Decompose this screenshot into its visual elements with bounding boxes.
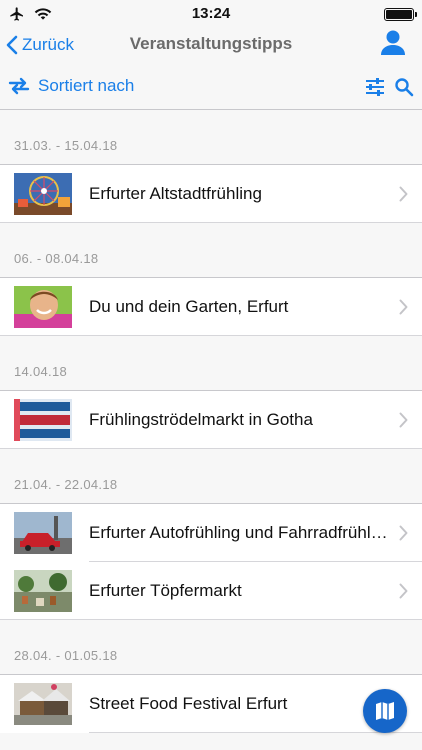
list-item[interactable]: Du und dein Garten, Erfurt [0,278,422,336]
chevron-right-icon [399,186,408,202]
red-car-thumbnail [14,512,72,554]
section-header: 14.04.18 [0,336,422,391]
section-date: 06. - 08.04.18 [14,251,99,266]
battery-icon [384,8,417,21]
woman-with-flowers-thumbnail [14,286,72,328]
event-title: Erfurter Autofrühling und Fahrradfrühlin… [89,523,389,542]
section-header: 28.04. - 01.05.18 [0,620,422,675]
event-title: Erfurter Altstadtfrühling [89,184,262,203]
chevron-right-icon [399,583,408,599]
person-icon[interactable] [378,28,408,58]
navigation-bar: Zurück Veranstaltungstipps [0,28,422,66]
section-header: 21.04. - 22.04.18 [0,449,422,504]
chevron-right-icon [399,525,408,541]
event-title: Frühlingströdelmarkt in Gotha [89,410,313,429]
sort-toolbar: Sortiert nach [0,66,422,110]
list-item[interactable]: Erfurter Altstadtfrühling [0,165,422,223]
food-stands-thumbnail [14,683,72,725]
event-title: Du und dein Garten, Erfurt [89,297,289,316]
section-header: 31.03. - 15.04.18 [0,110,422,165]
page-title: Veranstaltungstipps [129,34,293,53]
map-icon [376,702,394,720]
section-date: 31.03. - 15.04.18 [14,138,118,153]
event-list: 31.03. - 15.04.18 Erfurter Altstadtfrühl… [0,110,422,733]
section-date: 28.04. - 01.05.18 [14,648,118,663]
row-separator [89,732,422,733]
list-item[interactable]: Frühlingströdelmarkt in Gotha [0,391,422,449]
search-icon[interactable] [394,77,414,97]
chevron-right-icon [399,412,408,428]
event-title: Street Food Festival Erfurt [89,694,288,713]
list-item[interactable]: Street Food Festival Erfurt [0,675,422,733]
list-item[interactable]: Erfurter Autofrühling und Fahrradfrühlin… [0,504,422,562]
chevron-right-icon [399,299,408,315]
status-bar: 13:24 [0,0,422,28]
pottery-market-thumbnail [14,570,72,612]
sort-button[interactable]: Sortiert nach [8,76,134,96]
map-button[interactable] [363,689,407,733]
sort-label: Sortiert nach [38,76,135,95]
troedelmarkt-poster-thumbnail [14,399,72,441]
event-title: Erfurter Töpfermarkt [89,581,242,600]
section-date: 14.04.18 [14,364,68,379]
ferris-wheel-thumbnail [14,173,72,215]
swap-arrows-icon [8,77,30,95]
status-time: 13:24 [191,5,231,22]
sliders-icon[interactable] [364,76,386,98]
section-header: 06. - 08.04.18 [0,223,422,278]
list-item[interactable]: Erfurter Töpfermarkt [0,562,422,620]
section-date: 21.04. - 22.04.18 [14,477,118,492]
